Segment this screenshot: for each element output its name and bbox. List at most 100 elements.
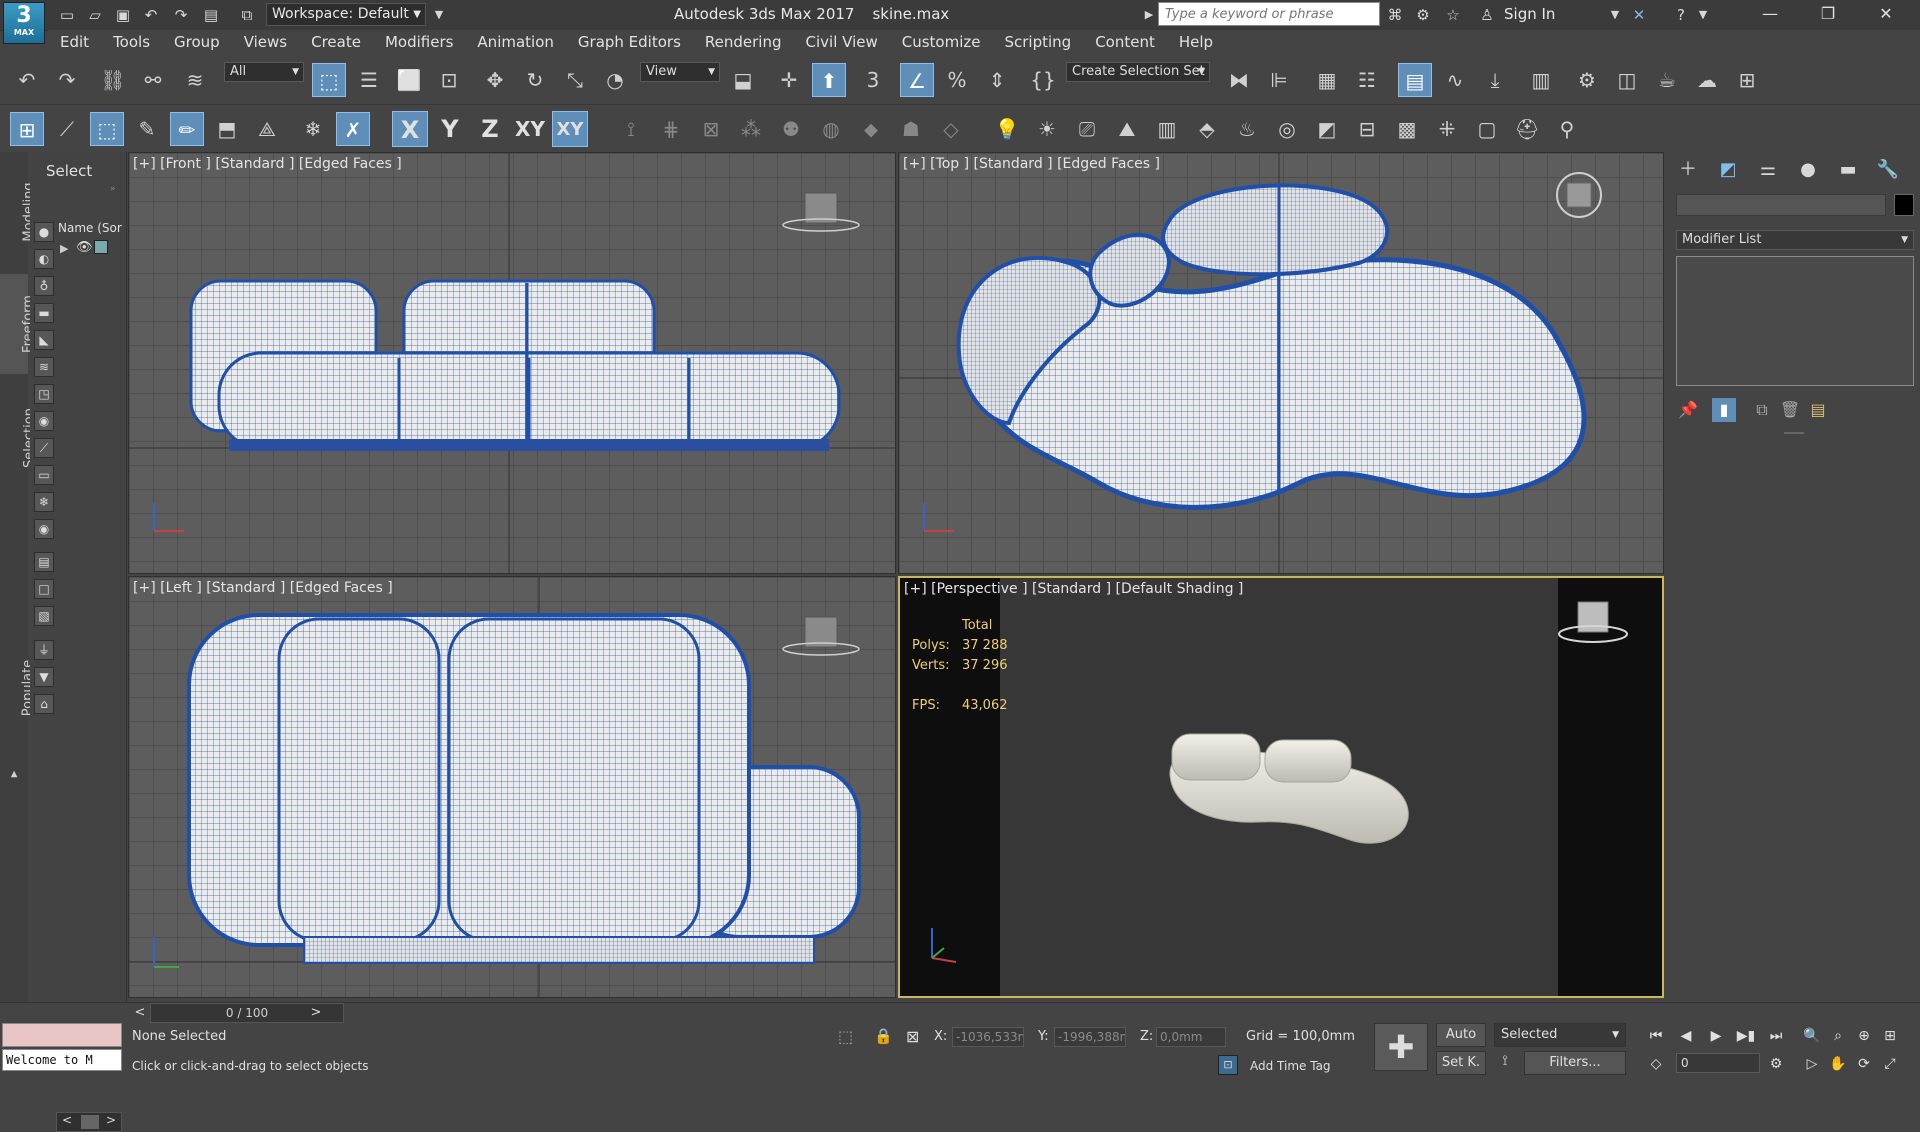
object-color-swatch[interactable] (1894, 194, 1914, 216)
axis-y-button[interactable]: Y (432, 111, 468, 147)
align-icon[interactable]: ⊫ (1262, 63, 1296, 97)
modifier-stack[interactable] (1676, 256, 1914, 386)
move-icon[interactable]: ✥ (478, 63, 512, 97)
display-cameras-icon[interactable]: ▬ (34, 303, 54, 323)
menu-help[interactable]: Help (1167, 30, 1225, 54)
display-bones-icon[interactable]: ⟋ (34, 438, 54, 458)
display-xrefs-icon[interactable]: ◉ (34, 411, 54, 431)
edit-icon[interactable]: ✎ (130, 112, 164, 146)
redo-icon[interactable]: ↷ (50, 63, 84, 97)
create-tab-icon[interactable]: ＋ (1672, 156, 1704, 184)
axis-x-button[interactable]: X (392, 111, 428, 147)
display-helpers-icon[interactable]: ◣ (34, 330, 54, 350)
spinner-snap-icon[interactable]: ⇕ (980, 63, 1014, 97)
key-mode-icon[interactable]: ⟟ (1494, 1053, 1516, 1073)
minimize-button[interactable]: — (1742, 0, 1798, 28)
explorer-scroll[interactable]: < > (56, 1112, 122, 1132)
placement-icon[interactable]: ◔ (598, 63, 632, 97)
brush-icon[interactable]: ⟋ (50, 112, 84, 146)
next-frame-icon[interactable]: ▶▮ (1734, 1025, 1758, 1047)
tab-object-paint[interactable]: Object Paint (0, 504, 46, 624)
undo-icon[interactable]: ↶ (10, 63, 44, 97)
rendered-frame-window-icon[interactable]: ◫ (1610, 63, 1644, 97)
axis-z-button[interactable]: Z (472, 111, 508, 147)
current-frame-field[interactable]: 0 (1676, 1053, 1760, 1073)
display-hidden-icon[interactable]: ◉ (34, 519, 54, 539)
search-input[interactable] (1158, 2, 1380, 26)
orbit-icon[interactable]: ⟳ (1852, 1053, 1876, 1075)
bind-space-warp-icon[interactable]: ≋ (178, 63, 212, 97)
clone-icon[interactable]: ⚉ (774, 112, 808, 146)
set-key-big-icon[interactable]: ✚ (1374, 1023, 1428, 1071)
render-frame-icon[interactable]: ◩ (1310, 112, 1344, 146)
camera-icon[interactable]: ⎚ (1070, 112, 1104, 146)
sign-in-button[interactable]: Sign In (1504, 5, 1555, 23)
go-to-start-icon[interactable]: ⏮ (1644, 1025, 1668, 1047)
snapshot-icon[interactable]: ⊠ (694, 112, 728, 146)
play-icon[interactable]: ▶ (1704, 1025, 1728, 1047)
layer-explorer-icon[interactable]: ☷ (1350, 63, 1384, 97)
display-lights-icon[interactable]: ♁ (34, 276, 54, 296)
viewport-left[interactable]: [+] [Left ] [Standard ] [Edged Faces ] (128, 576, 896, 998)
viewport-layout-icon[interactable]: ⊟ (1350, 112, 1384, 146)
rotate-icon[interactable]: ↻ (518, 63, 552, 97)
axis-xy-cycle-button[interactable]: XY (552, 111, 588, 147)
maxscript-listener-input[interactable] (2, 1023, 122, 1047)
make-unique-icon[interactable]: ⧉ (1750, 398, 1774, 422)
ring-icon[interactable]: ◎ (1270, 112, 1304, 146)
display-tab-icon[interactable]: ▬ (1832, 156, 1864, 184)
viewport-perspective[interactable]: [+] [Perspective ] [Standard ] [Default … (898, 576, 1664, 998)
viewport-label-top[interactable]: [+] [Top ] [Standard ] [Edged Faces ] (903, 156, 1160, 172)
mirror-icon[interactable]: ⧓ (1222, 63, 1256, 97)
auto-key-button[interactable]: Auto (1436, 1023, 1486, 1047)
filters-button[interactable]: Filters... (1524, 1051, 1626, 1075)
key-mode-toggle-icon[interactable]: ◇ (1644, 1053, 1668, 1075)
menu-civil-view[interactable]: Civil View (794, 30, 890, 54)
workspace-dropdown[interactable]: Workspace: Default ▼ (266, 3, 426, 26)
ribbon-toggle-icon[interactable]: ▤ (1398, 63, 1432, 97)
menu-graph-editors[interactable]: Graph Editors (566, 30, 693, 54)
restore-button[interactable]: ❐ (1800, 0, 1856, 28)
y-coordinate-field[interactable]: -1996,388m (1054, 1027, 1126, 1047)
redo-icon[interactable]: ↷ (170, 4, 192, 26)
sign-in-dropdown-icon[interactable]: ▼ (1604, 4, 1626, 26)
percent-snap-icon[interactable]: % (940, 63, 974, 97)
save-icon[interactable]: ▣ (112, 4, 134, 26)
zoom-icon[interactable]: 🔍 (1800, 1025, 1824, 1047)
render-setup-icon[interactable]: ⚙ (1570, 63, 1604, 97)
named-selection-set-dropdown[interactable]: Create Selection Set ▼ (1066, 62, 1210, 82)
unlink-icon[interactable]: ⚯ (136, 63, 170, 97)
tab-populate[interactable]: Populate (0, 638, 35, 738)
viewport-front[interactable]: [+] [Front ] [Standard ] [Edged Faces ] (128, 152, 896, 574)
isolate-icon[interactable]: ◇ (934, 112, 968, 146)
tab-selection[interactable]: Selection (0, 388, 37, 488)
z-coordinate-field[interactable]: 0,0mm (1156, 1027, 1226, 1047)
show-end-result-icon[interactable]: ▮ (1712, 398, 1736, 422)
field-of-view-icon[interactable]: ▷ (1800, 1053, 1824, 1075)
helmet-icon[interactable]: ⛑ (1510, 112, 1544, 146)
grid-snap-icon[interactable]: ⊞ (10, 112, 44, 146)
particles-icon[interactable]: ⁜ (1430, 112, 1464, 146)
name-column-header[interactable]: Name (Sor (58, 221, 126, 235)
display-all-icon[interactable]: ▤ (34, 552, 54, 572)
zoom-extents-all-icon[interactable]: ⊞ (1878, 1025, 1902, 1047)
paint-icon[interactable]: ✏ (170, 112, 204, 146)
axis-xy-button[interactable]: XY (512, 111, 548, 147)
light-bulb-icon[interactable]: 💡 (990, 112, 1024, 146)
render-production-icon[interactable]: ☕ (1650, 63, 1684, 97)
display-frozen-icon[interactable]: ❄ (34, 492, 54, 512)
sun-icon[interactable]: ☀ (1030, 112, 1064, 146)
quick-access-dropdown-icon[interactable]: ▼ (428, 4, 450, 26)
time-next-icon[interactable]: > (306, 1003, 326, 1023)
safe-frame-icon[interactable]: ▢ (1470, 112, 1504, 146)
schematic-view-icon[interactable]: ⤓ (1478, 63, 1512, 97)
help-dropdown-icon[interactable]: ▼ (1692, 4, 1714, 26)
menu-scripting[interactable]: Scripting (992, 30, 1083, 54)
add-time-tag-button[interactable]: Add Time Tag (1250, 1059, 1331, 1073)
render-in-cloud-icon[interactable]: ☁ (1690, 63, 1724, 97)
display-invert-icon[interactable]: ▧ (34, 606, 54, 626)
workspace-menu-icon[interactable]: ⧉ (236, 4, 258, 26)
time-tag-icon[interactable]: ⊡ (1218, 1055, 1238, 1075)
display-spacewarps-icon[interactable]: ≋ (34, 357, 54, 377)
snowflake-icon[interactable]: ❄ (296, 112, 330, 146)
